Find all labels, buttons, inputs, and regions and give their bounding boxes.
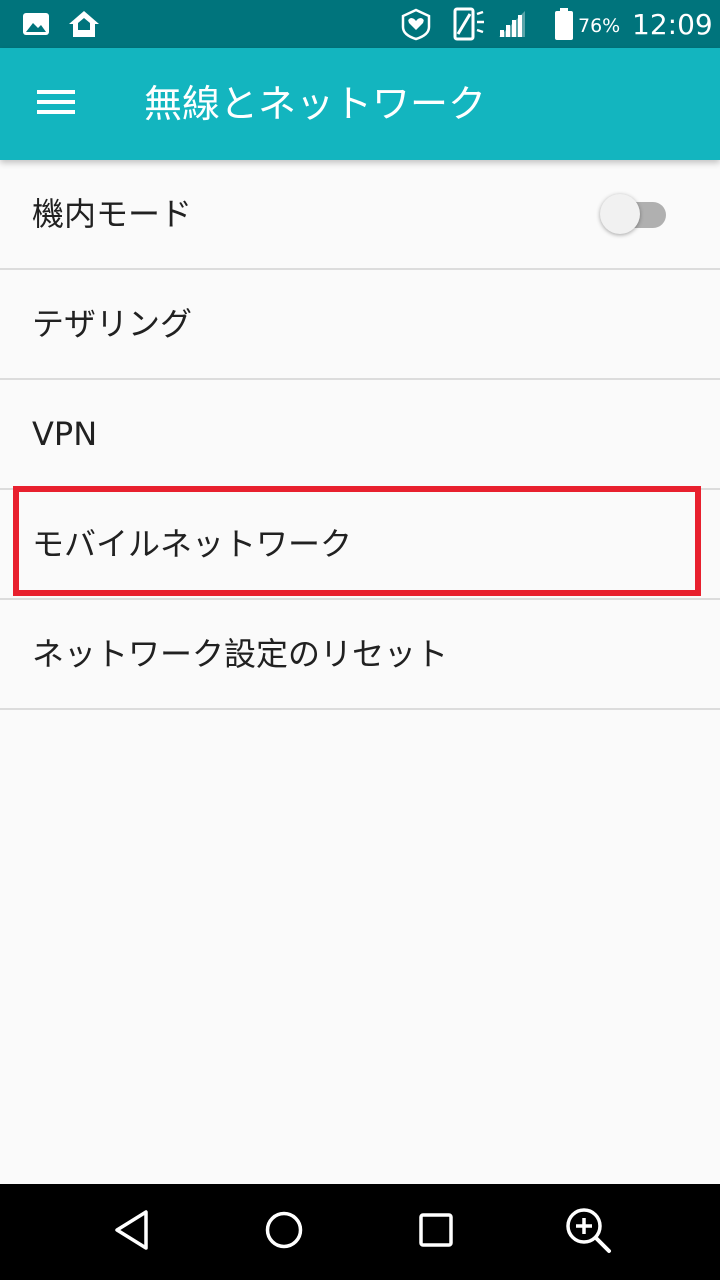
setting-tethering[interactable]: テザリング (0, 270, 720, 380)
app-bar: 無線とネットワーク (0, 48, 720, 160)
image-icon (20, 0, 52, 48)
recents-icon (418, 1212, 454, 1252)
menu-button[interactable] (24, 76, 88, 132)
navigation-bar (0, 1184, 720, 1280)
setting-label: ネットワーク設定のリセット (32, 635, 449, 673)
battery-icon (552, 0, 576, 48)
settings-list: 機内モード テザリング VPN モバイルネットワーク ネットワーク設定のリセット (0, 160, 720, 710)
setting-mobile-network[interactable]: モバイルネットワーク (0, 490, 720, 600)
setting-vpn[interactable]: VPN (0, 380, 720, 490)
signal-icon (496, 0, 528, 48)
setting-network-reset[interactable]: ネットワーク設定のリセット (0, 600, 720, 710)
battery-percent: 76% (578, 15, 621, 37)
home-circle-icon (264, 1210, 304, 1254)
setting-label: 機内モード (32, 195, 193, 233)
toggle-thumb (600, 194, 640, 234)
setting-airplane-mode[interactable]: 機内モード (0, 160, 720, 270)
heart-shield-icon (398, 0, 434, 48)
zoom-button[interactable] (556, 1200, 620, 1264)
home-icon (66, 0, 102, 48)
vibrate-icon (448, 0, 488, 48)
airplane-mode-toggle[interactable] (600, 192, 668, 236)
status-clock: 12:09 (632, 8, 713, 41)
setting-label: モバイルネットワーク (32, 525, 353, 563)
setting-label: テザリング (32, 305, 193, 343)
status-bar: 76% 12:09 (0, 0, 720, 48)
hamburger-menu-icon (37, 89, 75, 119)
back-button[interactable] (100, 1200, 164, 1264)
setting-label: VPN (32, 415, 98, 453)
zoom-icon (563, 1205, 613, 1259)
back-icon (112, 1208, 152, 1256)
page-title: 無線とネットワーク (144, 82, 487, 126)
home-button[interactable] (252, 1200, 316, 1264)
recents-button[interactable] (404, 1200, 468, 1264)
